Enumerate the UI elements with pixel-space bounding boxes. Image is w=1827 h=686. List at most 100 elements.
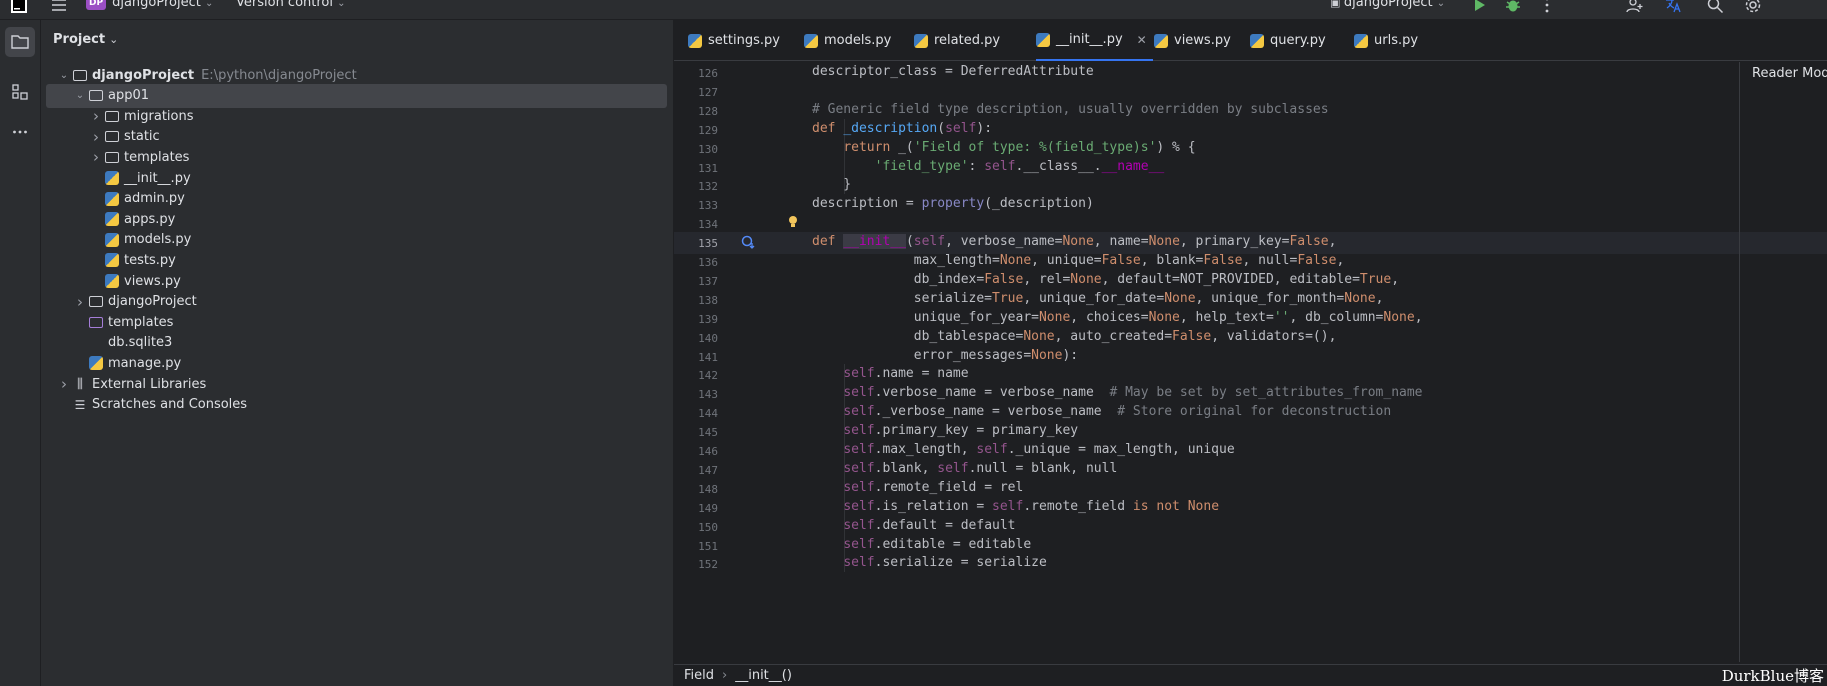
line-number[interactable]: 129 [674,124,718,137]
chevron-down-icon[interactable]: ⌄ [72,90,88,101]
reader-mode-toggle[interactable]: Reader Mode [1752,66,1827,81]
line-number[interactable]: 142 [674,369,718,382]
line-number[interactable]: 150 [674,521,718,534]
editor-tab-bar: settings.py models.py related.py __init__.p… [674,20,1827,61]
tree-item-label: migrations [124,108,194,124]
search-icon[interactable] [1706,0,1724,14]
line-number[interactable]: 147 [674,464,718,477]
line-number[interactable]: 149 [674,502,718,515]
line-number[interactable]: 128 [674,105,718,118]
library-icon: ⫼ [77,376,83,392]
line-number[interactable]: 151 [674,540,718,553]
code-line[interactable]: 'field_type': self.__class__.__name__ [812,156,1165,178]
tree-item-label: static [124,129,160,145]
python-logo-icon [105,253,119,268]
project-switcher[interactable]: DP djangoProject ⌄ [86,0,213,10]
close-icon[interactable]: ✕ [1137,33,1147,47]
chevron-down-icon[interactable]: ⌄ [56,70,72,81]
line-number[interactable]: 135 [674,237,718,250]
line-number[interactable]: 132 [674,180,718,193]
intention-bulb-icon[interactable] [788,214,798,228]
line-number[interactable]: 139 [674,313,718,326]
right-margin-guide [1739,62,1740,662]
line-number[interactable]: 146 [674,445,718,458]
code-line[interactable]: descriptor_class = DeferredAttribute [812,62,1094,83]
line-number[interactable]: 131 [674,162,718,175]
line-number[interactable]: 145 [674,426,718,439]
override-method-icon[interactable] [740,234,756,250]
line-number[interactable]: 138 [674,294,718,307]
title-bar: DP djangoProject ⌄ Version control ⌄ ▣ dj… [0,0,1827,20]
project-panel-header[interactable]: Project ⌄ [53,32,118,47]
run-icon[interactable] [1470,0,1488,14]
main-menu-icon[interactable] [50,0,68,14]
chevron-right-icon[interactable]: › [88,107,104,125]
editor-tab[interactable]: query.py [1250,20,1326,61]
folder-icon [104,108,120,124]
breadcrumb-item[interactable]: Field [684,668,714,683]
editor-tab[interactable]: related.py [914,20,1000,61]
breadcrumb-separator-icon: › [722,668,728,683]
code-line[interactable]: self.serialize = serialize [812,552,1047,574]
line-number[interactable]: 152 [674,558,718,571]
python-file-icon [804,33,818,48]
line-number[interactable]: 130 [674,143,718,156]
line-number[interactable]: 136 [674,256,718,269]
tree-item-label: templates [124,149,190,165]
tree-item-label: app01 [108,88,150,104]
translate-icon[interactable] [1664,0,1682,14]
python-logo-icon [105,212,119,227]
folder-shape-icon [89,316,103,328]
chevron-right-icon[interactable]: › [88,148,104,166]
line-number[interactable]: 148 [674,483,718,496]
line-number[interactable]: 133 [674,199,718,212]
line-number[interactable]: 141 [674,351,718,364]
line-number[interactable]: 143 [674,388,718,401]
python-file-icon [104,232,120,248]
chevron-down-icon: ⌄ [204,0,214,9]
line-number[interactable]: 127 [674,86,718,99]
code-view[interactable]: 126 descriptor_class = DeferredAttribute 1… [674,62,1827,662]
breadcrumb-item[interactable]: __init__() [735,668,792,683]
line-number[interactable]: 140 [674,332,718,345]
chevron-right-icon[interactable]: › [88,128,104,146]
line-number[interactable]: 137 [674,275,718,288]
editor-tab[interactable]: settings.py [688,20,780,61]
ide-logo-icon[interactable] [10,0,28,14]
chevron-right-icon[interactable]: › [56,375,72,393]
more-tool-windows-button[interactable] [5,117,35,147]
python-file-icon [104,170,120,186]
settings-icon[interactable] [1744,0,1762,14]
tab-label: related.py [934,33,1001,48]
line-number[interactable]: 126 [674,67,718,80]
chevron-right-icon[interactable]: › [72,293,88,311]
python-file-icon [104,211,120,227]
add-user-icon[interactable] [1626,0,1644,14]
tree-item-label: admin.py [124,191,185,207]
editor-tab[interactable]: urls.py [1354,20,1418,61]
folder-icon [88,88,104,104]
code-line[interactable]: description = property(_description) [812,193,1094,215]
python-file-icon [914,33,928,48]
editor-area: settings.py models.py related.py __init__.p… [674,20,1827,686]
tab-label: __init__.py [1056,32,1123,47]
editor-tab[interactable]: __init__.py ✕ [1036,20,1153,61]
breadcrumb: Field › __init__() [674,664,1827,686]
folder-shape-icon [73,69,87,81]
version-control-menu[interactable]: Version control ⌄ [236,0,346,10]
tree-item[interactable]: ☰ Scratches and Consoles [41,393,661,417]
tree-item-label: apps.py [124,211,176,227]
tree-item-label: models.py [124,232,192,248]
editor-tab[interactable]: views.py [1154,20,1231,61]
line-number[interactable]: 144 [674,407,718,420]
structure-tool-button[interactable] [5,77,35,107]
project-panel: Project ⌄ ⌄ djangoProject E:\python\djangoP… [41,20,674,686]
run-configuration-selector[interactable]: ▣ djangoProject ⌄ [1330,0,1445,10]
project-tool-button[interactable] [5,27,35,57]
line-number[interactable]: 134 [674,218,718,231]
folder-shape-icon [89,90,103,102]
editor-tab[interactable]: models.py [804,20,891,61]
tree-item-label: manage.py [108,355,182,371]
more-actions-icon[interactable] [1538,0,1556,14]
debug-icon[interactable] [1504,0,1522,14]
